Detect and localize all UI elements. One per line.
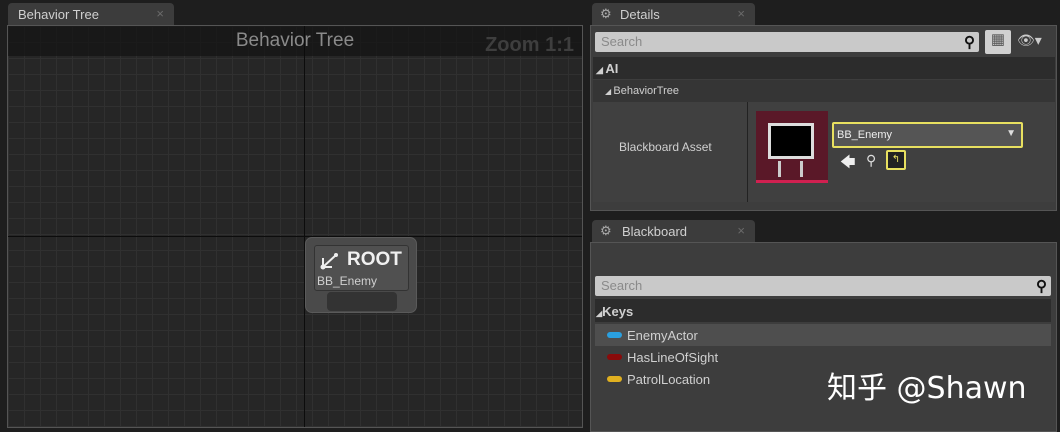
close-icon[interactable]: × (737, 223, 745, 238)
tab-label: Behavior Tree (18, 7, 99, 22)
search-placeholder: Search (601, 278, 643, 293)
browse-search-icon[interactable]: ⚲ (866, 152, 876, 169)
blackboard-search-input[interactable]: Search ⚲ (595, 276, 1051, 296)
property-row: Blackboard Asset BB_Enemy ▼ 🡄 ⚲ ↰ (593, 102, 1055, 202)
category-ai[interactable]: ◢ AI (593, 57, 1055, 79)
key-type-icon (607, 332, 622, 338)
tab-label: Details (620, 7, 660, 22)
expand-triangle-icon: ◢ (596, 65, 606, 75)
close-icon[interactable]: × (156, 6, 164, 21)
tab-blackboard[interactable]: ⚙ Blackboard × (592, 220, 755, 243)
output-pin[interactable] (327, 292, 397, 311)
use-selected-arrow-icon[interactable]: 🡄 (840, 152, 856, 177)
origin-axis-horizontal (8, 236, 582, 237)
origin-axis-vertical (304, 26, 305, 427)
key-type-icon (607, 376, 622, 382)
root-node[interactable]: ROOT BB_Enemy (305, 237, 417, 313)
grid-view-icon[interactable]: ▦ (985, 30, 1011, 54)
chevron-down-icon: ▼ (1006, 128, 1016, 139)
blackboard-asset-thumbnail[interactable] (756, 111, 828, 183)
blackboard-asset-combo[interactable]: BB_Enemy ▼ (832, 122, 1023, 148)
keys-header[interactable]: ◢Keys (595, 299, 1051, 322)
close-icon[interactable]: × (737, 6, 745, 21)
combo-value: BB_Enemy (837, 129, 893, 141)
blackboard-key-item[interactable]: EnemyActor (595, 324, 1051, 346)
property-label: Blackboard Asset (619, 140, 712, 154)
details-panel: Search ⚲ ▦ 👁▾ ◢ AI ◢ BehaviorTree Blackb… (590, 25, 1057, 211)
search-placeholder: Search (601, 34, 643, 49)
key-type-icon (607, 354, 622, 360)
tab-behavior-tree[interactable]: Behavior Tree × (8, 3, 174, 26)
key-name: EnemyActor (627, 328, 698, 343)
blackboard-icon: ⚙ (600, 223, 612, 238)
reset-to-default-icon[interactable]: ↰ (886, 150, 906, 170)
key-name: PatrolLocation (627, 372, 711, 387)
node-title: ROOT (347, 249, 402, 270)
watermark: 知乎 @Shawn (827, 371, 1027, 406)
blackboard-panel: Search ⚲ ◢Keys EnemyActor HasLineOfSight P… (590, 242, 1057, 432)
search-icon: ⚲ (1036, 278, 1047, 295)
details-icon: ⚙ (600, 6, 612, 21)
tab-label: Blackboard (622, 224, 688, 239)
subcategory-behaviortree[interactable]: ◢ BehaviorTree (593, 80, 1055, 102)
zoom-level: Zoom 1:1 (485, 34, 574, 56)
details-search-input[interactable]: Search ⚲ (595, 32, 979, 52)
graph-editor[interactable]: Behavior Tree Zoom 1:1 ROOT BB_Enemy (7, 25, 583, 428)
search-icon: ⚲ (964, 34, 975, 51)
visibility-eye-icon[interactable]: 👁▾ (1017, 32, 1042, 49)
key-name: HasLineOfSight (627, 350, 719, 365)
node-subtitle: BB_Enemy (317, 274, 378, 288)
root-branch-icon (320, 253, 338, 270)
tab-details[interactable]: ⚙ Details × (592, 3, 755, 26)
category-label: ◢ AI (596, 61, 619, 76)
